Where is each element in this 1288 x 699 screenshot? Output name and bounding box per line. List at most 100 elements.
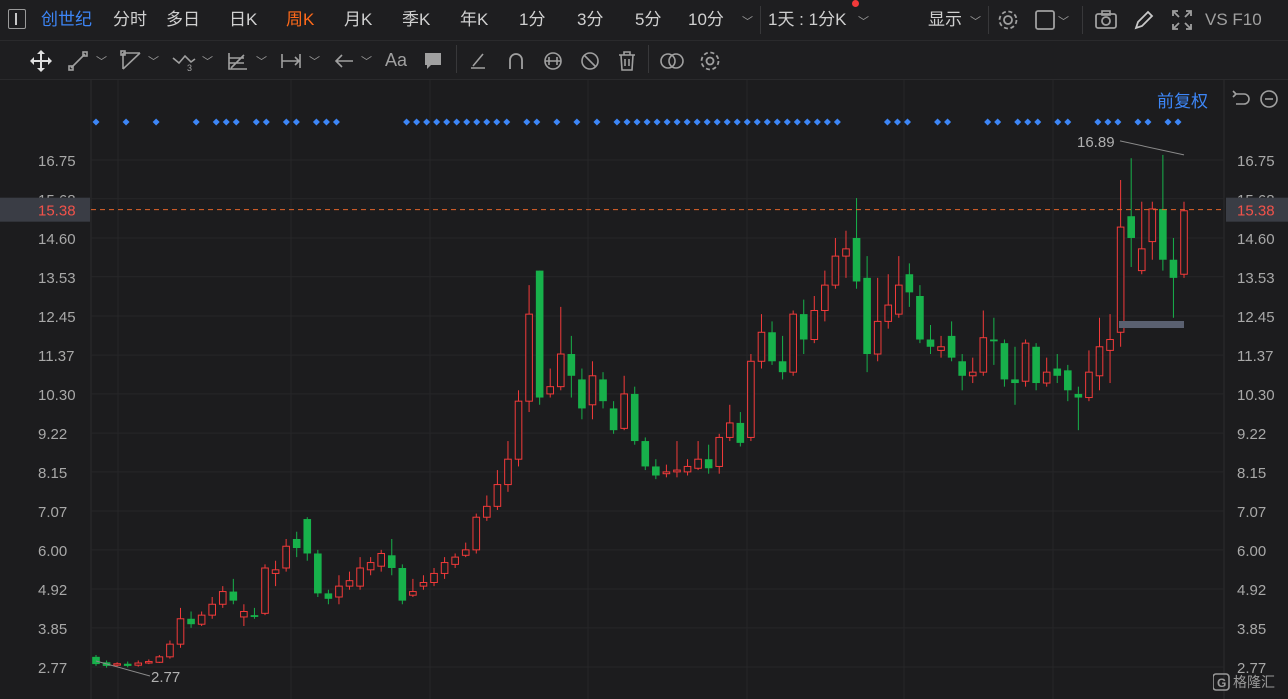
signal-diamond-icon [803,118,811,126]
candle-body-up [166,643,174,658]
signal-diamond-icon [122,118,130,126]
candle-body-up [472,516,481,551]
settings-gear-icon[interactable] [996,8,1020,32]
signal-diamond-icon [793,118,801,126]
candle-body-down [630,393,639,442]
polyline-tool-dropdown-icon[interactable]: ﹀ [202,53,213,69]
candle-body-down [778,361,787,373]
delete-trash-icon[interactable] [616,49,638,73]
price-tick-label-left: 11.37 [38,348,74,365]
signal-diamond-icon [292,118,300,126]
candle-body-up [1021,342,1030,382]
magnet-icon[interactable] [505,50,527,72]
candle-body-up [525,313,533,402]
move-icon[interactable] [28,48,54,74]
tab-daily-k[interactable]: 日K [229,10,257,30]
candle-body-up [810,310,819,341]
candle-body-up [556,353,565,388]
top-bar: 创世纪 分时 多日 日K 周K 月K 季K 年K 1分 3分 5分 10分 ﹀ … [0,0,1288,41]
candle-body-up [145,661,153,664]
layout-square-icon[interactable] [1034,9,1056,31]
notification-dot [852,0,859,7]
eraser-tool-icon[interactable] [467,50,489,72]
candle-body-down [314,553,322,594]
arrow-tool-icon[interactable] [332,50,356,72]
stock-name[interactable]: 创世纪 [41,10,92,30]
price-tick-label-left: 9.22 [38,426,67,443]
tab-monthly-k[interactable]: 月K [344,10,372,30]
tab-10min[interactable]: 10分 [688,10,724,30]
signal-diamond-icon [763,118,771,126]
signal-diamond-icon [463,118,471,126]
fib-tool-dropdown-icon[interactable]: ﹀ [256,53,267,69]
measure-tool-icon[interactable] [279,50,303,72]
ray-tool-dropdown-icon[interactable]: ﹀ [148,53,159,69]
candle-body-down [1169,259,1178,278]
display-button[interactable]: 显示 [928,10,962,30]
price-tick-label-right: 4.92 [1237,582,1266,599]
price-tick-label-right: 3.85 [1237,621,1266,638]
candle-body-up [419,582,428,587]
tab-5min[interactable]: 5分 [635,10,661,30]
tab-fenshi[interactable]: 分时 [113,10,147,30]
pen-icon[interactable] [1132,8,1156,32]
signal-diamond-icon [673,118,681,126]
candlestick-chart[interactable]: 16.7516.7515.6815.6814.6014.6013.5313.53… [0,80,1288,699]
vs-f10-button[interactable]: VS F10 [1205,10,1262,30]
candle-body-up [176,618,185,645]
hide-drawing-icon[interactable] [578,49,602,73]
candle-body-down [905,274,914,293]
candle-body-up [493,484,502,507]
interval-selector[interactable]: 1天 : 1分K [768,10,846,30]
tab-weekly-k[interactable]: 周K [286,10,314,30]
divider [1082,6,1083,34]
candle-body-up [725,422,734,438]
text-tool-icon[interactable]: Aa [385,50,407,70]
measure-tool-dropdown-icon[interactable]: ﹀ [309,53,320,69]
candle-body-down [799,314,808,340]
period-dropdown-icon[interactable]: ﹀ [742,13,753,29]
fullscreen-icon[interactable] [1170,8,1194,32]
tab-duori[interactable]: 多日 [166,10,200,30]
compare-icon[interactable] [659,50,685,72]
signal-diamond-icon [483,118,491,126]
candle-body-down [1000,343,1009,380]
line-tool-dropdown-icon[interactable]: ﹀ [96,53,107,69]
price-tick-label-left: 12.45 [38,309,76,326]
candle-body-down [916,295,924,340]
tab-1min[interactable]: 1分 [519,10,545,30]
candle-body-up [937,346,945,351]
display-dropdown-icon[interactable]: ﹀ [970,13,981,29]
candle-body-down [1159,208,1167,260]
signal-diamond-icon [703,118,711,126]
signal-diamond-icon [282,118,290,126]
comment-tool-icon[interactable] [422,50,444,72]
stock-list-icon[interactable] [8,9,26,29]
candle-body-down [187,618,195,625]
signal-diamond-icon [92,118,100,126]
signal-diamond-icon [1094,118,1102,126]
interval-dropdown-icon[interactable]: ﹀ [858,13,869,29]
drawing-settings-icon[interactable] [698,49,722,73]
ray-tool-icon[interactable] [120,50,144,72]
candle-body-up [1106,339,1114,351]
fib-tool-icon[interactable] [226,50,250,72]
signal-diamond-icon [653,118,661,126]
signal-diamond-icon [753,118,761,126]
candle-body-down [768,332,776,362]
candle-body-down [1032,346,1040,384]
tab-quarterly-k[interactable]: 季K [402,10,430,30]
arrow-tool-dropdown-icon[interactable]: ﹀ [361,53,372,69]
tab-yearly-k[interactable]: 年K [460,10,488,30]
signal-diamond-icon [883,118,891,126]
candle-body-up [134,662,143,666]
tab-3min[interactable]: 3分 [577,10,603,30]
lock-drawing-icon[interactable] [541,49,565,73]
candle-body-up [694,458,702,469]
candle-body-up [240,611,248,618]
layout-dropdown-icon[interactable]: ﹀ [1058,13,1069,29]
line-tool-icon[interactable] [67,50,89,72]
camera-icon[interactable] [1094,9,1118,31]
signal-diamond-icon [1014,118,1022,126]
polyline-tool-icon[interactable]: 3 [171,50,197,72]
